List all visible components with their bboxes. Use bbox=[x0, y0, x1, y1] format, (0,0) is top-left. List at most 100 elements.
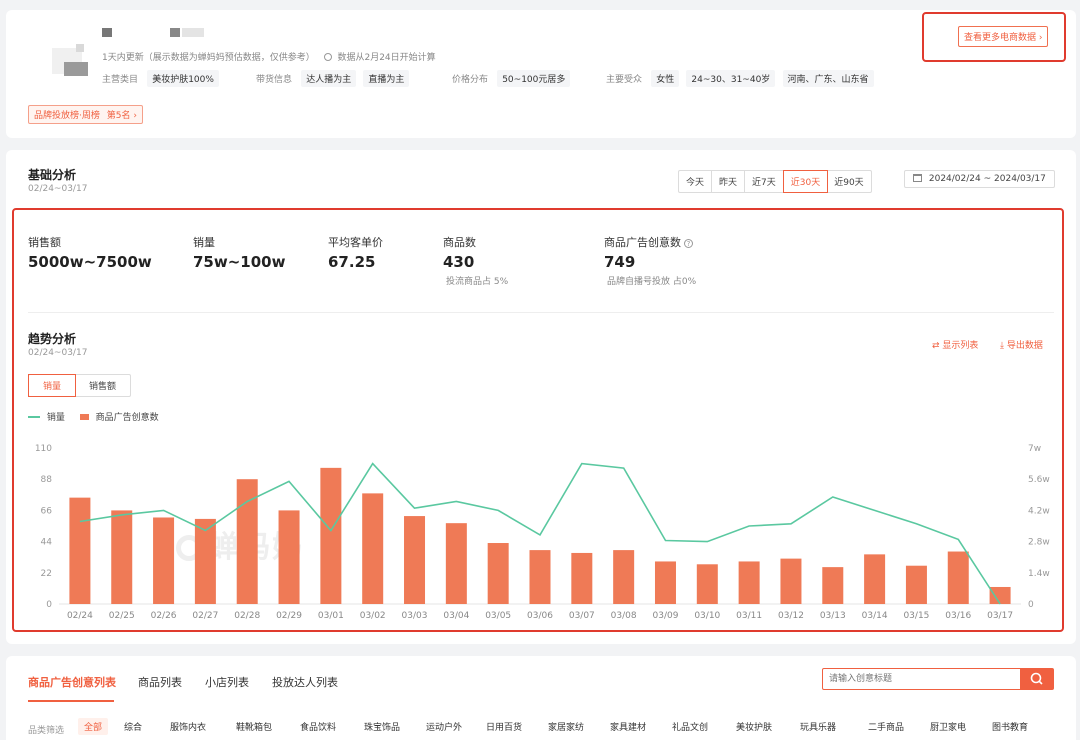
x-tick-label: 02/27 bbox=[192, 611, 218, 621]
bar bbox=[989, 586, 1011, 604]
x-tick-label: 03/06 bbox=[527, 611, 553, 621]
category-11[interactable]: 美妆护肤 bbox=[736, 720, 772, 733]
selling-tag: 达人播为主 bbox=[301, 70, 357, 87]
bar bbox=[445, 523, 467, 604]
category-6[interactable]: 运动户外 bbox=[426, 720, 462, 733]
bar bbox=[111, 510, 133, 604]
trend-title: 趋势分析 bbox=[28, 332, 77, 346]
tab-shops[interactable]: 小店列表 bbox=[205, 674, 249, 690]
category-10[interactable]: 礼品文创 bbox=[672, 720, 708, 733]
more-ecommerce-data-button[interactable]: 查看更多电商数据 › bbox=[958, 26, 1049, 47]
section-date: 02/24~03/17 bbox=[28, 184, 88, 194]
bar bbox=[696, 564, 718, 604]
show-list-button[interactable]: ⇄ 显示列表 bbox=[932, 338, 978, 351]
search-button[interactable] bbox=[1020, 668, 1054, 690]
x-tick-label: 03/14 bbox=[862, 611, 888, 621]
x-tick-label: 03/11 bbox=[736, 611, 762, 621]
x-tick-label: 03/07 bbox=[569, 611, 595, 621]
basic-analysis-card: 基础分析 02/24~03/17 今天 昨天 近7天 近30天 近90天 202… bbox=[6, 150, 1076, 644]
range-today[interactable]: 今天 bbox=[679, 171, 713, 192]
category-15[interactable]: 图书教育 bbox=[992, 720, 1028, 733]
toggle-volume[interactable]: 销量 bbox=[28, 374, 77, 397]
tab-underline bbox=[28, 700, 114, 702]
category-2[interactable]: 服饰内衣 bbox=[170, 720, 206, 733]
bar bbox=[864, 554, 886, 604]
y-left-tick-label: 0 bbox=[46, 600, 52, 610]
x-tick-label: 03/16 bbox=[945, 611, 971, 621]
brand-name-blurred bbox=[102, 28, 112, 37]
bar bbox=[738, 561, 760, 604]
y-left-tick-label: 22 bbox=[41, 569, 52, 579]
brand-profile-card: 1天内更新（展示数据为蝉妈妈预估数据，仅供参考） 数据从2月24日开始计算 主营… bbox=[6, 10, 1076, 138]
x-tick-label: 02/25 bbox=[109, 611, 135, 621]
legend-bar-swatch bbox=[79, 414, 89, 420]
trend-chart: 0 22 44 66 88 110 0 1.4w 2.8w 4.2w 5.6w 7w 02/24 02/2… bbox=[35, 444, 1050, 621]
bar bbox=[822, 567, 844, 604]
legend-line-swatch bbox=[28, 416, 40, 418]
y-right-tick-label: 5.6w bbox=[1028, 475, 1050, 485]
range-30d[interactable]: 近30天 bbox=[782, 170, 829, 193]
category-9[interactable]: 家具建材 bbox=[610, 720, 646, 733]
tab-ad-creatives[interactable]: 商品广告创意列表 bbox=[28, 674, 116, 690]
x-tick-label: 03/15 bbox=[903, 611, 929, 621]
category-4[interactable]: 食品饮料 bbox=[300, 720, 336, 733]
kpi-ad-creatives: 商品广告创意数? 749 品牌自播号投放 占0% bbox=[604, 236, 697, 287]
clock-icon bbox=[323, 53, 332, 61]
bar bbox=[947, 551, 969, 604]
category-0[interactable]: 全部 bbox=[78, 718, 109, 735]
export-button[interactable]: ⤓ 导出数据 bbox=[1000, 338, 1043, 351]
bar bbox=[153, 517, 175, 604]
lists-card: 商品广告创意列表 商品列表 小店列表 投放达人列表 品类筛选 全部 综合 服饰内衣 鞋… bbox=[6, 656, 1076, 740]
audience-tag: 河南、广东、山东省 bbox=[782, 70, 874, 87]
tab-products[interactable]: 商品列表 bbox=[138, 674, 182, 690]
trend-date: 02/24~03/17 bbox=[28, 348, 88, 358]
category-7[interactable]: 日用百货 bbox=[486, 720, 522, 733]
bar bbox=[404, 516, 426, 604]
bar bbox=[278, 510, 300, 604]
search-input[interactable] bbox=[822, 668, 1022, 690]
tab-influencers[interactable]: 投放达人列表 bbox=[272, 674, 338, 690]
range-yesterday[interactable]: 昨天 bbox=[712, 171, 746, 192]
category-1[interactable]: 综合 bbox=[124, 720, 142, 733]
y-right-tick-label: 0 bbox=[1028, 600, 1034, 610]
bar bbox=[362, 493, 384, 604]
bar bbox=[780, 558, 802, 604]
avatar bbox=[46, 38, 96, 86]
download-icon: ⤓ bbox=[1000, 341, 1007, 351]
y-left-tick-label: 66 bbox=[41, 506, 53, 516]
x-tick-label: 03/10 bbox=[694, 611, 720, 621]
range-7d[interactable]: 近7天 bbox=[745, 171, 784, 192]
toggle-amount[interactable]: 销售额 bbox=[75, 375, 130, 396]
help-icon[interactable]: ? bbox=[684, 239, 693, 248]
bar bbox=[571, 552, 593, 604]
range-selector: 今天 昨天 近7天 近30天 近90天 bbox=[678, 170, 872, 193]
x-tick-label: 03/12 bbox=[778, 611, 804, 621]
date-picker[interactable]: 2024/02/24 ~ 2024/03/17 bbox=[904, 170, 1055, 188]
category-8[interactable]: 家居家纺 bbox=[548, 720, 584, 733]
legend-volume: 销量 bbox=[46, 413, 65, 423]
brand-name-blurred bbox=[170, 28, 180, 37]
calendar-icon bbox=[913, 174, 922, 182]
x-tick-label: 02/28 bbox=[234, 611, 260, 621]
x-tick-label: 02/29 bbox=[276, 611, 302, 621]
category-3[interactable]: 鞋靴箱包 bbox=[236, 720, 272, 733]
y-right-tick-label: 7w bbox=[1028, 444, 1041, 454]
kpi-sales-amount: 销售额 5000w~7500w bbox=[28, 236, 152, 271]
x-tick-label: 03/02 bbox=[360, 611, 386, 621]
x-tick-label: 02/24 bbox=[67, 611, 93, 621]
bar bbox=[529, 550, 551, 604]
main-category-tag: 美妆护肤100% bbox=[147, 70, 219, 87]
category-14[interactable]: 厨卫家电 bbox=[930, 720, 966, 733]
category-5[interactable]: 珠宝饰品 bbox=[364, 720, 400, 733]
category-13[interactable]: 二手商品 bbox=[868, 720, 904, 733]
x-tick-label: 03/09 bbox=[653, 611, 679, 621]
kpi-sales-volume: 销量 75w~100w bbox=[193, 236, 286, 271]
update-note: 1天内更新（展示数据为蝉妈妈预估数据，仅供参考） bbox=[102, 53, 315, 63]
kpi-product-count: 商品数 430 投流商品占 5% bbox=[443, 236, 509, 287]
section-title: 基础分析 bbox=[28, 168, 77, 182]
price-tag: 50~100元居多 bbox=[497, 70, 571, 87]
range-90d[interactable]: 近90天 bbox=[827, 171, 870, 192]
x-tick-label: 02/26 bbox=[151, 611, 177, 621]
rank-badge[interactable]: 品牌投放榜·周榜 第5名 › bbox=[28, 105, 143, 124]
category-12[interactable]: 玩具乐器 bbox=[800, 720, 836, 733]
